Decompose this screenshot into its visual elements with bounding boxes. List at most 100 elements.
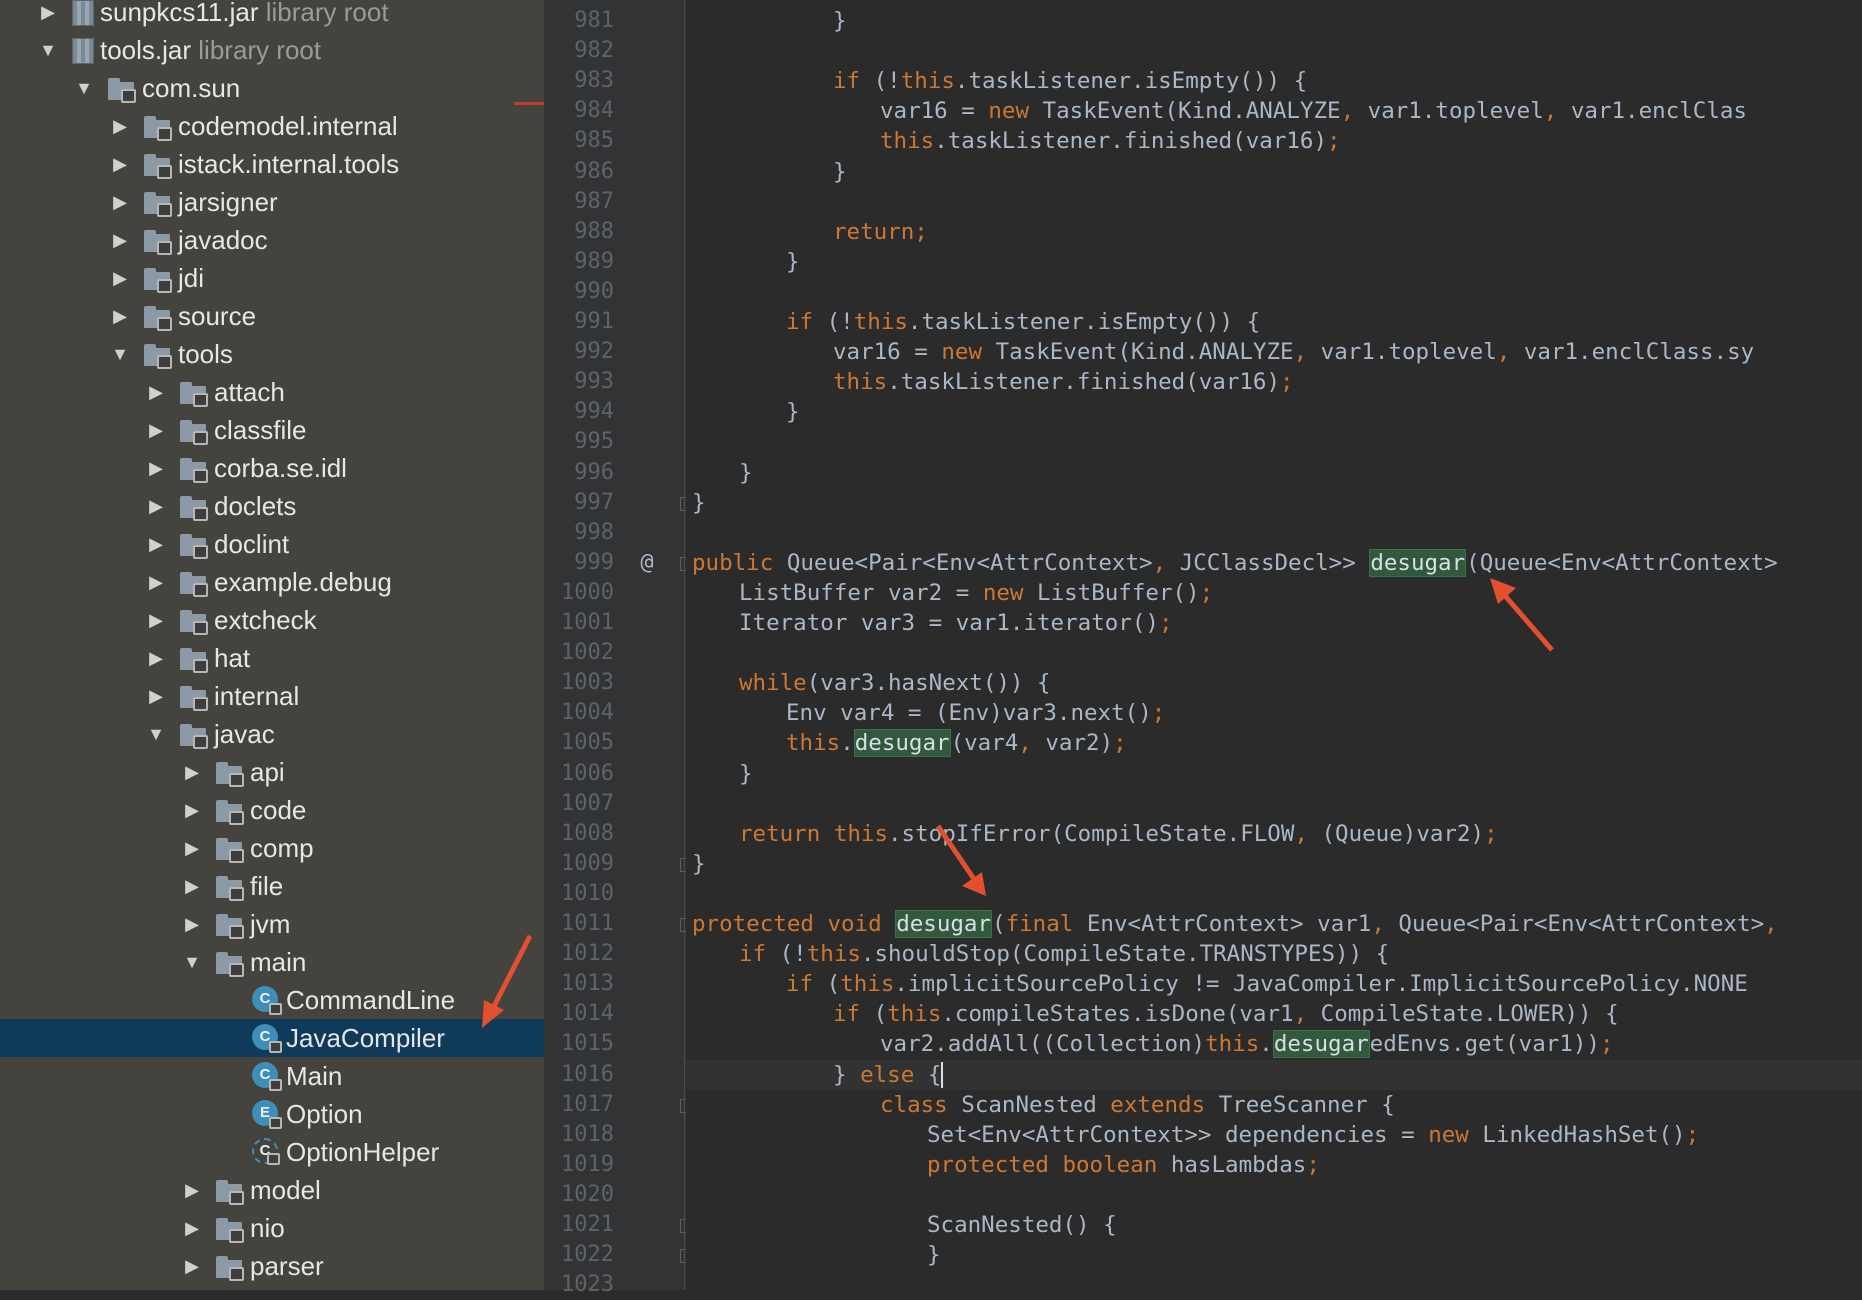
expand-arrow-right-icon[interactable]: ▶ xyxy=(110,221,130,259)
tree-node-OptionHelper[interactable]: C OptionHelper xyxy=(0,1133,544,1171)
expand-arrow-right-icon[interactable]: ▶ xyxy=(182,753,202,791)
tree-node-istack-internal-tools[interactable]: ▶ istack.internal.tools xyxy=(0,145,544,183)
tree-node-api[interactable]: ▶ api xyxy=(0,753,544,791)
tree-node-corba-se-idl[interactable]: ▶ corba.se.idl xyxy=(0,449,544,487)
tree-node-CommandLine[interactable]: C CommandLine xyxy=(0,981,544,1019)
code-line[interactable]: ListBuffer var2 = new ListBuffer(); xyxy=(739,578,1213,608)
code-line[interactable]: this.taskListener.finished(var16); xyxy=(833,367,1294,397)
code-line[interactable]: } xyxy=(833,157,847,187)
tree-node-tools-jar[interactable]: ▼ tools.jar library root xyxy=(0,31,544,69)
tree-node-classfile[interactable]: ▶ classfile xyxy=(0,411,544,449)
expand-arrow-down-icon[interactable]: ▼ xyxy=(146,715,166,753)
code-line[interactable]: if (!this.taskListener.isEmpty()) { xyxy=(786,307,1260,337)
code-line[interactable]: return this.stopIfError(CompileState.FLO… xyxy=(739,819,1498,849)
tree-node-Main[interactable]: C Main xyxy=(0,1057,544,1095)
tree-node-internal[interactable]: ▶ internal xyxy=(0,677,544,715)
code-line[interactable]: protected boolean hasLambdas; xyxy=(927,1150,1320,1180)
code-line[interactable]: ScanNested() { xyxy=(927,1210,1117,1240)
tree-node-doclint[interactable]: ▶ doclint xyxy=(0,525,544,563)
tree-node-file[interactable]: ▶ file xyxy=(0,867,544,905)
expand-arrow-right-icon[interactable]: ▶ xyxy=(146,677,166,715)
tree-node-jarsigner[interactable]: ▶ jarsigner xyxy=(0,183,544,221)
code-line[interactable]: } xyxy=(833,6,847,36)
tree-node-extcheck[interactable]: ▶ extcheck xyxy=(0,601,544,639)
code-line[interactable]: this.desugar(var4, var2); xyxy=(786,728,1127,758)
tree-node-Option[interactable]: E Option xyxy=(0,1095,544,1133)
tree-node-jvm[interactable]: ▶ jvm xyxy=(0,905,544,943)
tree-node-jdi[interactable]: ▶ jdi xyxy=(0,259,544,297)
code-line[interactable]: if (!this.taskListener.isEmpty()) { xyxy=(833,66,1307,96)
expand-arrow-down-icon[interactable]: ▼ xyxy=(38,31,58,69)
expand-arrow-right-icon[interactable]: ▶ xyxy=(182,829,202,867)
expand-arrow-down-icon[interactable]: ▼ xyxy=(74,69,94,107)
expand-arrow-right-icon[interactable]: ▶ xyxy=(110,259,130,297)
editor-gutter[interactable]: 981 982 983 984 985 986 987 988 989 990 991 992 993 9… xyxy=(544,0,692,1297)
tree-node-javac[interactable]: ▼ javac xyxy=(0,715,544,753)
expand-arrow-right-icon[interactable]: ▶ xyxy=(110,297,130,335)
tree-node-doclets[interactable]: ▶ doclets xyxy=(0,487,544,525)
expand-arrow-right-icon[interactable]: ▶ xyxy=(182,867,202,905)
expand-arrow-right-icon[interactable]: ▶ xyxy=(182,1171,202,1209)
tree-node-hat[interactable]: ▶ hat xyxy=(0,639,544,677)
code-line[interactable]: } xyxy=(739,458,753,488)
tree-node-com-sun[interactable]: ▼ com.sun xyxy=(0,69,544,107)
tree-node-parser[interactable]: ▶ parser xyxy=(0,1247,544,1285)
code-line[interactable]: } xyxy=(739,759,753,789)
code-line[interactable]: } xyxy=(786,397,800,427)
tree-node-main[interactable]: ▼ main xyxy=(0,943,544,981)
code-line[interactable]: } xyxy=(786,247,800,277)
code-line[interactable]: Set<Env<AttrContext>> dependencies = new… xyxy=(927,1120,1699,1150)
code-editor[interactable]: } if (!this.taskListener.isEmpty()) {var1… xyxy=(686,0,1862,1290)
tree-node-example-debug[interactable]: ▶ example.debug xyxy=(0,563,544,601)
tree-node-sunpkcs11[interactable]: ▶ sunpkcs11.jar library root xyxy=(0,0,544,31)
expand-arrow-down-icon[interactable]: ▼ xyxy=(110,335,130,373)
code-line[interactable]: return; xyxy=(833,217,928,247)
expand-arrow-right-icon[interactable]: ▶ xyxy=(182,1209,202,1247)
expand-arrow-down-icon[interactable]: ▼ xyxy=(182,943,202,981)
code-line[interactable]: } xyxy=(692,488,706,518)
expand-arrow-right-icon[interactable]: ▶ xyxy=(146,525,166,563)
expand-arrow-right-icon[interactable]: ▶ xyxy=(38,0,58,31)
code-line[interactable]: } xyxy=(692,849,706,879)
code-line[interactable]: } else { xyxy=(833,1060,944,1090)
code-line[interactable]: } xyxy=(927,1240,941,1270)
tree-node-source[interactable]: ▶ source xyxy=(0,297,544,335)
tree-node-JavaCompiler[interactable]: C JavaCompiler xyxy=(0,1019,544,1057)
expand-arrow-right-icon[interactable]: ▶ xyxy=(146,373,166,411)
tree-node-javadoc[interactable]: ▶ javadoc xyxy=(0,221,544,259)
code-line[interactable]: class ScanNested extends TreeScanner { xyxy=(880,1090,1395,1120)
expand-arrow-right-icon[interactable]: ▶ xyxy=(110,183,130,221)
tree-node-code[interactable]: ▶ code xyxy=(0,791,544,829)
code-line[interactable]: if (this.compileStates.isDone(var1, Comp… xyxy=(833,999,1619,1029)
code-line[interactable]: Iterator var3 = var1.iterator(); xyxy=(739,608,1172,638)
code-line[interactable]: if (this.implicitSourcePolicy != JavaCom… xyxy=(786,969,1748,999)
code-line[interactable]: while(var3.hasNext()) { xyxy=(739,668,1051,698)
tree-node-nio[interactable]: ▶ nio xyxy=(0,1209,544,1247)
expand-arrow-right-icon[interactable]: ▶ xyxy=(146,449,166,487)
expand-arrow-right-icon[interactable]: ▶ xyxy=(110,107,130,145)
code-line[interactable]: public Queue<Pair<Env<AttrContext>, JCCl… xyxy=(692,548,1778,578)
expand-arrow-right-icon[interactable]: ▶ xyxy=(110,145,130,183)
tree-node-attach[interactable]: ▶ attach xyxy=(0,373,544,411)
usage-highlight[interactable]: desugar xyxy=(1272,1030,1370,1059)
code-line[interactable]: var16 = new TaskEvent(Kind.ANALYZE, var1… xyxy=(833,337,1754,367)
expand-arrow-right-icon[interactable]: ▶ xyxy=(146,639,166,677)
override-marker-icon[interactable]: @ xyxy=(632,548,662,578)
code-line[interactable]: var16 = new TaskEvent(Kind.ANALYZE, var1… xyxy=(880,96,1747,126)
expand-arrow-right-icon[interactable]: ▶ xyxy=(182,1247,202,1285)
usage-highlight[interactable]: desugar xyxy=(1369,548,1467,577)
expand-arrow-right-icon[interactable]: ▶ xyxy=(146,563,166,601)
tree-node-codemodel-internal[interactable]: ▶ codemodel.internal xyxy=(0,107,544,145)
tree-node-comp[interactable]: ▶ comp xyxy=(0,829,544,867)
code-line[interactable]: protected void desugar(final Env<AttrCon… xyxy=(692,909,1778,939)
code-line[interactable]: if (!this.shouldStop(CompileState.TRANST… xyxy=(739,939,1389,969)
code-line[interactable]: this.taskListener.finished(var16); xyxy=(880,126,1341,156)
tree-node-model[interactable]: ▶ model xyxy=(0,1171,544,1209)
expand-arrow-right-icon[interactable]: ▶ xyxy=(182,905,202,943)
tree-node-tools[interactable]: ▼ tools xyxy=(0,335,544,373)
expand-arrow-right-icon[interactable]: ▶ xyxy=(146,411,166,449)
project-tree[interactable]: ▶ sunpkcs11.jar library root ▼ tools.jar li… xyxy=(0,0,544,1290)
expand-arrow-right-icon[interactable]: ▶ xyxy=(146,601,166,639)
expand-arrow-right-icon[interactable]: ▶ xyxy=(182,791,202,829)
code-line[interactable]: Env var4 = (Env)var3.next(); xyxy=(786,698,1165,728)
